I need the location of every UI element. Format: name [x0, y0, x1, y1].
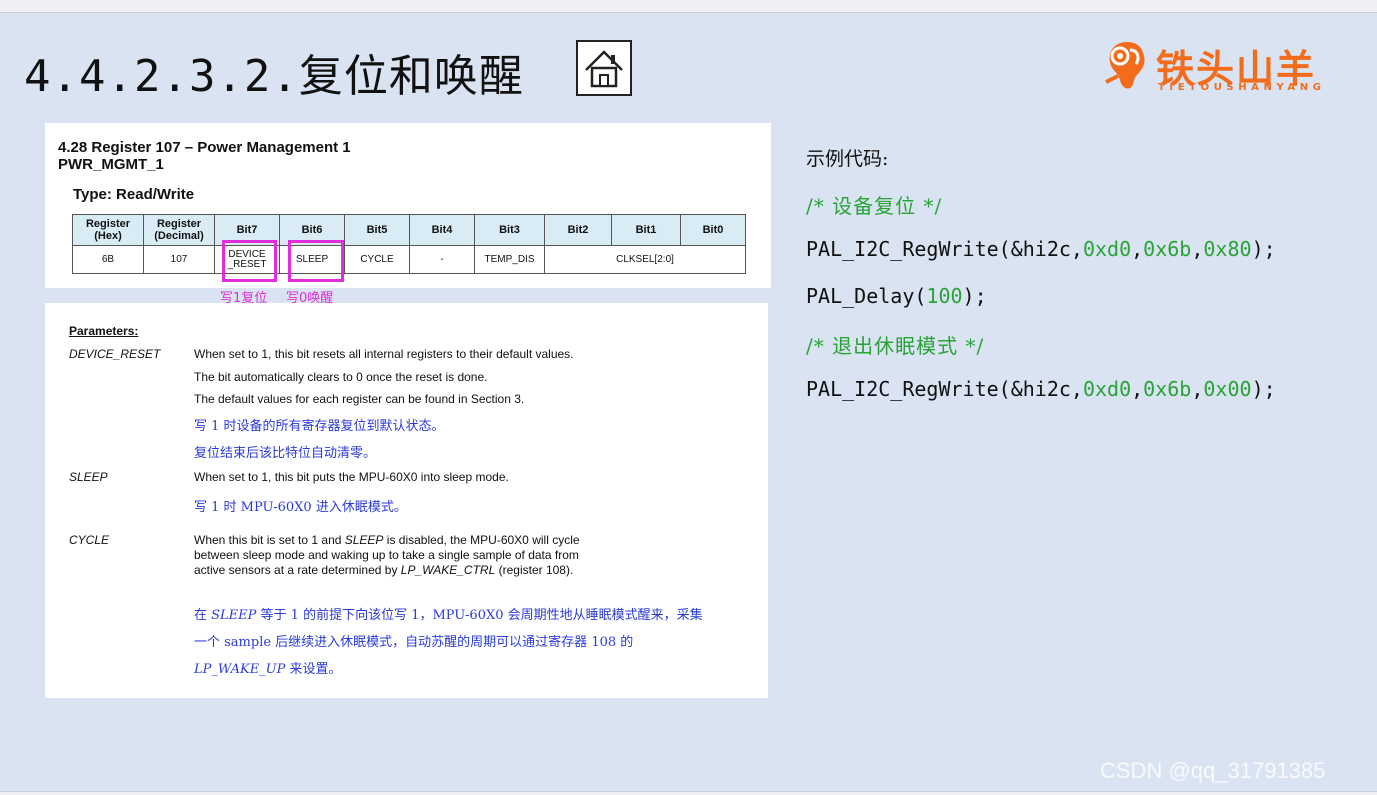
window-bottom-band [0, 791, 1377, 795]
param-name-device-reset: DEVICE_RESET [69, 347, 161, 361]
cell-bit4: - [409, 245, 475, 274]
text-run: When this bit is set to 1 and [194, 533, 345, 547]
col-register-decimal: Register (Decimal) [143, 214, 215, 246]
param-desc-cn: LP_WAKE_UP 来设置。 [194, 658, 342, 677]
col-register-hex: Register (Hex) [72, 214, 144, 246]
param-desc-line: When set to 1, this bit resets all inter… [194, 347, 574, 361]
param-desc-cn: 一个 sample 后继续进入休眠模式，自动苏醒的周期可以通过寄存器 108 的 [194, 635, 634, 650]
logo-text-en: TIETOUSHANYANG [1158, 82, 1326, 93]
param-desc-line: The bit automatically clears to 0 once t… [194, 370, 488, 384]
param-desc-cn: 写 1 时设备的所有寄存器复位到默认状态。 [194, 419, 445, 434]
brand-logo: 铁头山羊 TIETOUSHANYANG [1100, 34, 1340, 98]
code-arg: 100 [926, 284, 963, 308]
home-button[interactable] [576, 40, 632, 96]
watermark: CSDN @qq_31791385 [1100, 758, 1326, 783]
register-type: Type: Read/Write [73, 186, 195, 203]
param-desc-line: active sensors at a rate determined by L… [194, 563, 573, 577]
register-panel: 4.28 Register 107 – Power Management 1 P… [45, 123, 771, 288]
code-line-regwrite-wake: PAL_I2C_RegWrite(&hi2c,0xd0,0x6b,0x00); [806, 377, 1276, 401]
param-desc-line: When set to 1, this bit puts the MPU-60X… [194, 470, 509, 484]
code-line-delay: PAL_Delay(100); [806, 284, 987, 308]
register-table-header: Register (Hex) Register (Decimal) Bit7 B… [72, 214, 746, 246]
ram-head-icon [1105, 42, 1145, 89]
code-fn: PAL_Delay( [806, 284, 927, 308]
code-arg: 0x6b [1143, 237, 1192, 261]
col-bit5: Bit5 [344, 214, 410, 246]
code-end: ); [1251, 237, 1276, 261]
parameters-panel: Parameters: DEVICE_RESET When set to 1, … [45, 303, 768, 698]
code-comment-reset: /* 设备复位 */ [806, 194, 943, 218]
text-run-italic: SLEEP [344, 533, 384, 547]
code-end: ); [1251, 377, 1276, 401]
col-bit4: Bit4 [409, 214, 475, 246]
home-icon [585, 50, 623, 88]
highlight-device-reset [222, 240, 277, 282]
code-arg: 0xd0 [1082, 377, 1132, 401]
register-heading-line1: 4.28 Register 107 – Power Management 1 [58, 139, 351, 156]
code-arg: 0xd0 [1082, 237, 1132, 261]
col-bit1: Bit1 [611, 214, 681, 246]
code-comma: , [1131, 377, 1144, 401]
code-end: ); [962, 284, 987, 308]
text-run-italic: LP_WAKE_CTRL [400, 563, 496, 577]
param-desc-cn: 复位结束后该比特位自动清零。 [194, 446, 377, 461]
cell-hex: 6B [72, 245, 144, 274]
param-desc-line: between sleep mode and waking up to take… [194, 548, 579, 562]
code-line-regwrite-reset: PAL_I2C_RegWrite(&hi2c,0xd0,0x6b,0x80); [806, 237, 1276, 261]
text-run-italic: LP_WAKE_UP [194, 662, 286, 677]
code-comma: , [1191, 237, 1204, 261]
param-desc-line: The default values for each register can… [194, 392, 525, 406]
code-comma: , [1191, 377, 1204, 401]
table-row: 6B 107 DEVICE _RESET SLEEP CYCLE - TEMP_… [72, 245, 746, 274]
code-fn: PAL_I2C_RegWrite(&hi2c, [806, 377, 1083, 401]
cell-bit2-0: CLKSEL[2:0] [544, 245, 746, 274]
page-title: 4.4.2.3.2.复位和唤醒 [24, 51, 524, 102]
col-bit3: Bit3 [474, 214, 545, 246]
cell-bit3: TEMP_DIS [474, 245, 545, 274]
code-arg: 0x00 [1203, 377, 1252, 401]
highlight-sleep [288, 240, 344, 282]
param-desc-line: When this bit is set to 1 and SLEEP is d… [194, 533, 580, 547]
text-run-italic: SLEEP [211, 608, 257, 623]
param-name-sleep: SLEEP [69, 470, 108, 484]
code-arg: 0x80 [1203, 237, 1252, 261]
code-comma: , [1131, 237, 1144, 261]
code-caption: 示例代码: [806, 148, 889, 170]
text-run: active sensors at a rate determined by [194, 563, 401, 577]
text-run: 在 [194, 608, 212, 623]
register-table: Register (Hex) Register (Decimal) Bit7 B… [72, 214, 746, 274]
col-bit0: Bit0 [680, 214, 746, 246]
parameters-title: Parameters: [69, 324, 139, 338]
param-name-cycle: CYCLE [69, 533, 110, 547]
code-comment-wake: /* 退出休眠模式 */ [806, 334, 985, 358]
text-run: 等于 1 的前提下向该位写 1，MPU-60X0 会周期性地从睡眠模式醒来，采集 [256, 608, 703, 623]
cell-bit5: CYCLE [344, 245, 410, 274]
text-run: 来设置。 [285, 662, 342, 677]
window-top-band [0, 0, 1377, 13]
code-fn: PAL_I2C_RegWrite(&hi2c, [806, 237, 1083, 261]
param-desc-cn: 在 SLEEP 等于 1 的前提下向该位写 1，MPU-60X0 会周期性地从睡… [194, 604, 703, 623]
param-desc-cn: 写 1 时 MPU-60X0 进入休眠模式。 [194, 500, 407, 515]
col-bit2: Bit2 [544, 214, 612, 246]
text-run: (register 108). [495, 563, 574, 577]
code-arg: 0x6b [1143, 377, 1192, 401]
register-heading: 4.28 Register 107 – Power Management 1 P… [58, 139, 351, 173]
register-heading-line2: PWR_MGMT_1 [58, 156, 164, 173]
cell-decimal: 107 [143, 245, 215, 274]
text-run: is disabled, the MPU-60X0 will cycle [383, 533, 580, 547]
